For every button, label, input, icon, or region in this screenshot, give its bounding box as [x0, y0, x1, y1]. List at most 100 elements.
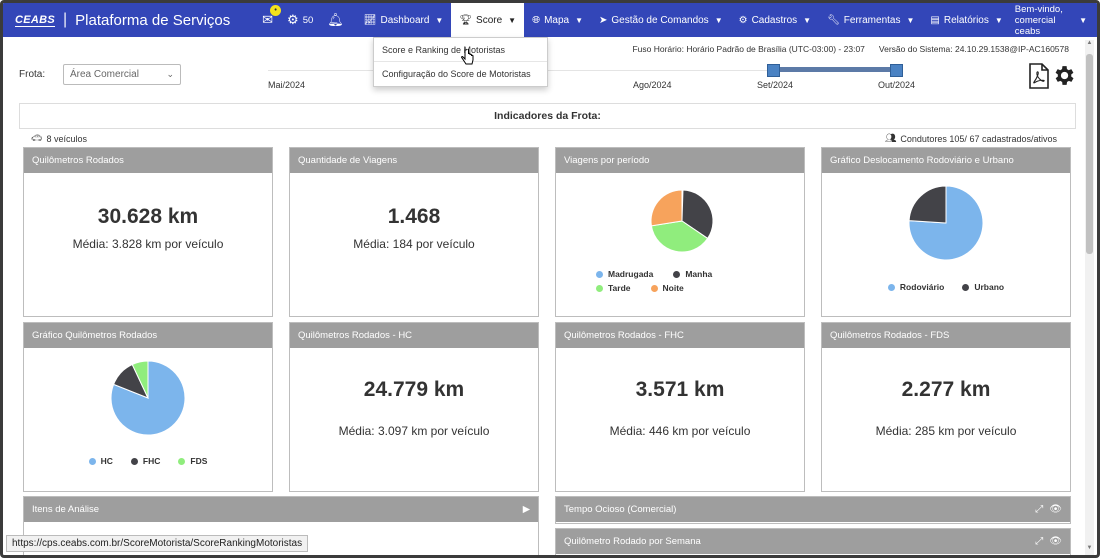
card-body: 24.779 km Média: 3.097 km por veículo — [290, 348, 538, 492]
chevron-down-icon: ▼ — [1079, 15, 1087, 25]
play-icon[interactable]: ▶ — [523, 497, 530, 522]
card-title: Quilômetros Rodados — [32, 155, 124, 166]
nav-dashboard[interactable]: 📈︎ Dashboard ▼ — [356, 3, 452, 37]
nav-mapa[interactable]: 🌐︎ Mapa ▼ — [524, 3, 591, 37]
pie-slice-urbano[interactable] — [908, 185, 947, 224]
nav-gestao-comandos[interactable]: ➤ Gestão de Comandos ▼ — [591, 3, 731, 37]
displacement-pie-chart[interactable] — [822, 181, 1070, 271]
nav-relatorios[interactable]: ▤ Relatórios ▼ — [922, 3, 1010, 37]
card-header-icons: ⤢ 👁︎ — [1035, 497, 1062, 522]
trophy-icon: 🏆︎ — [459, 14, 473, 26]
card-header: Quilômetros Rodados — [24, 148, 272, 173]
eye-icon[interactable]: 👁︎ — [1049, 529, 1062, 554]
send-icon: ➤ — [599, 14, 608, 26]
legend-label: FDS — [190, 456, 208, 466]
pdf-icon[interactable] — [1028, 63, 1050, 89]
page-scrollbar[interactable]: ▲ ▼ — [1085, 40, 1094, 555]
expand-icon[interactable]: ⤢ — [1035, 497, 1043, 522]
km-hc-average: Média: 3.097 km por veículo — [338, 424, 490, 438]
card-body: Rodoviário Urbano — [822, 173, 1070, 317]
drivers-count: 👥︎ Condutores 105/ 67 cadastrados/ativos — [885, 133, 1057, 144]
expand-icon[interactable]: ⤢ — [1035, 529, 1043, 554]
scroll-thumb[interactable] — [1086, 54, 1093, 254]
legend-item[interactable]: Rodoviário — [887, 282, 944, 292]
chart-legend: HC FHC FDS — [24, 456, 272, 466]
cogs-icon: ⚙ — [287, 12, 299, 27]
app-window: CEABS | Plataforma de Serviços ✉ • ⚙ 50 … — [0, 0, 1100, 558]
card-km-fds: Quilômetros Rodados - FDS 2.277 km Média… — [821, 322, 1071, 492]
legend-dot — [887, 283, 895, 291]
pie-slice-noite[interactable] — [650, 189, 683, 227]
notifications-button[interactable]: 🔔︎ — [327, 12, 344, 28]
period-timeline[interactable]: Mai/2024 Ago/2024 Set/2024 Out/2024 — [268, 64, 918, 95]
version-text: Versão do Sistema: 24.10.29.1538@IP-AC16… — [878, 44, 1069, 54]
card-header: Quilômetros Rodados - FDS — [822, 323, 1070, 348]
card-header: Quilômetros Rodados - HC — [290, 323, 538, 348]
legend-item[interactable]: Tarde — [596, 283, 631, 293]
wrench-icon: 🔧︎ — [827, 14, 840, 26]
chart-icon: 📈︎ — [363, 14, 377, 26]
timeline-label: Set/2024 — [757, 80, 794, 90]
legend-item[interactable]: HC — [88, 456, 113, 466]
legend-item[interactable]: Urbano — [962, 282, 1004, 292]
ceabs-logo[interactable]: CEABS — [15, 14, 56, 27]
card-header: Gráfico Quilômetros Rodados — [24, 323, 272, 348]
report-icon: ▤ — [930, 14, 940, 26]
card-header: Itens de Análise ▶ — [24, 497, 538, 522]
mail-button[interactable]: ✉ • — [262, 5, 282, 28]
frota-select[interactable]: Área Comercial ⌄ — [63, 64, 181, 85]
legend-dot — [673, 270, 681, 278]
nav-score-label: Score — [476, 14, 503, 26]
trips-value: 1.468 — [387, 205, 441, 228]
nav-ferramentas[interactable]: 🔧︎ Ferramentas ▼ — [819, 3, 922, 37]
card-body: Madrugada Manha Tarde Noite — [556, 173, 804, 317]
legend-dot — [130, 457, 138, 465]
timeline-start-handle[interactable] — [767, 64, 780, 77]
trips-average: Média: 184 por veículo — [353, 237, 475, 251]
km-fhc-average: Média: 446 km por veículo — [609, 424, 751, 438]
nav-score[interactable]: 🏆︎ Score ▼ — [451, 3, 525, 37]
user-greeting: Bem-vindo, comercial ceabs — [1015, 4, 1073, 37]
card-header: Gráfico Deslocamento Rodoviário e Urbano — [822, 148, 1070, 173]
nav-cadastros-label: Cadastros — [751, 14, 798, 26]
legend-dot — [596, 270, 603, 278]
legend-dot — [596, 284, 603, 292]
timezone-text: Fuso Horário: Horário Padrão de Brasília… — [632, 44, 865, 54]
legend-item[interactable]: Madrugada — [596, 269, 653, 279]
legend-dot — [650, 284, 658, 292]
frota-select-value: Área Comercial — [70, 69, 139, 80]
legend-label: Noite — [662, 283, 684, 293]
scroll-down-arrow-icon[interactable]: ▼ — [1085, 545, 1094, 555]
eye-icon[interactable]: 👁︎ — [1049, 497, 1062, 522]
legend-label: Manha — [685, 269, 713, 279]
card-title: Gráfico Deslocamento Rodoviário e Urbano — [830, 155, 1014, 166]
timeline-selected-range — [774, 67, 900, 72]
settings-count-button[interactable]: ⚙ 50 — [287, 12, 313, 28]
user-welcome: Bem-vindo, — [1014, 3, 1063, 15]
system-info: Fuso Horário: Horário Padrão de Brasília… — [632, 44, 1069, 54]
legend-item[interactable]: Noite — [650, 283, 684, 293]
car-icon: 🚗︎ — [31, 133, 43, 143]
scroll-up-arrow-icon[interactable]: ▲ — [1085, 40, 1094, 50]
gear-icon[interactable] — [1051, 63, 1076, 88]
brand: CEABS | Plataforma de Serviços — [3, 11, 258, 29]
legend-label: FHC — [142, 456, 161, 466]
legend-item[interactable]: FHC — [130, 456, 161, 466]
legend-dot — [178, 457, 186, 465]
timeline-end-handle[interactable] — [890, 64, 903, 77]
km-pie-chart[interactable] — [24, 356, 272, 446]
card-header: Viagens por período — [556, 148, 804, 173]
card-body: 1.468 Média: 184 por veículo — [290, 173, 538, 317]
nav-gestao-label: Gestão de Comandos — [611, 14, 709, 26]
trips-period-pie-chart[interactable] — [556, 177, 804, 267]
nav-cadastros[interactable]: ⚙ Cadastros ▼ — [731, 3, 819, 37]
km-fds-average: Média: 285 km por veículo — [875, 424, 1017, 438]
km-value: 30.628 km — [97, 205, 199, 228]
user-menu[interactable]: Bem-vindo, comercial ceabs ▼ — [1015, 4, 1097, 37]
card-body: 2.277 km Média: 285 km por veículo — [822, 348, 1070, 492]
timeline-label: Mai/2024 — [268, 80, 306, 90]
mail-badge: • — [270, 5, 282, 16]
chevron-down-icon: ▼ — [714, 15, 723, 25]
legend-item[interactable]: Manha — [673, 269, 712, 279]
legend-item[interactable]: FDS — [178, 456, 207, 466]
